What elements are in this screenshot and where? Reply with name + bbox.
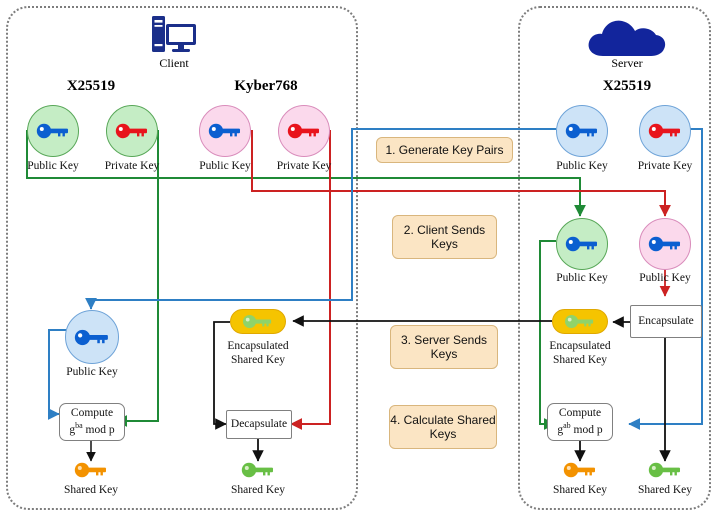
client-label: Client bbox=[159, 56, 189, 70]
client-encapsulated-shared-key-icon bbox=[230, 309, 286, 334]
server-received-kyber-public-key-label: Public Key bbox=[639, 272, 691, 284]
step-3-label: 3. Server Sends Keys bbox=[400, 332, 488, 361]
client-x25519-private-key-icon bbox=[106, 105, 158, 157]
client-x25519-shared-key-label: Shared Key bbox=[64, 484, 118, 496]
client-received-public-key-label: Public Key bbox=[66, 366, 118, 378]
step-2-chip: 2. Client Sends Keys bbox=[392, 215, 497, 259]
client-x25519-private-key-label: Private Key bbox=[104, 160, 160, 172]
client-algorithm-kyber768: Kyber768 bbox=[234, 78, 298, 94]
client-kyber768-shared-key-icon bbox=[241, 462, 275, 483]
server-x25519-shared-key-label: Shared Key bbox=[553, 484, 607, 496]
server-label: Server bbox=[611, 56, 643, 70]
server-x25519-public-key-label: Public Key bbox=[556, 160, 608, 172]
server-compute-line2: gab mod p bbox=[557, 421, 602, 437]
server-kyber768-shared-key-label: Shared Key bbox=[638, 484, 692, 496]
server-algorithm-x25519: X25519 bbox=[602, 78, 652, 94]
client-decapsulate-label: Decapsulate bbox=[230, 417, 288, 430]
client-x25519-shared-key-icon bbox=[74, 462, 108, 483]
client-encapsulated-shared-key-label-1: Encapsulated bbox=[227, 340, 289, 352]
server-x25519-private-key-icon bbox=[639, 105, 691, 157]
step-4-label: 4. Calculate Shared Keys bbox=[390, 412, 496, 441]
client-encapsulated-shared-key-label-2: Shared Key bbox=[231, 354, 285, 366]
desktop-computer-icon bbox=[150, 14, 198, 56]
server-encapsulated-shared-key-label-1: Encapsulated bbox=[549, 340, 611, 352]
step-1-chip: 1. Generate Key Pairs bbox=[376, 137, 513, 163]
step-4-chip: 4. Calculate Shared Keys bbox=[389, 405, 497, 449]
server-compute-box: Compute gab mod p bbox=[547, 403, 613, 441]
server-received-kyber-public-key-icon bbox=[639, 218, 691, 270]
server-received-x25519-public-key-label: Public Key bbox=[556, 272, 608, 284]
client-algorithm-x25519: X25519 bbox=[66, 78, 116, 94]
diagram-canvas: Client Server X25519 Kyber768 X25519 Pub… bbox=[0, 0, 717, 516]
client-compute-exponent: ba bbox=[75, 420, 83, 430]
server-encapsulate-box: Encapsulate bbox=[630, 305, 702, 338]
client-received-public-key-icon bbox=[65, 310, 119, 364]
server-encapsulated-shared-key-label-2: Shared Key bbox=[553, 354, 607, 366]
server-kyber768-shared-key-icon bbox=[648, 462, 682, 483]
step-2-label: 2. Client Sends Keys bbox=[403, 222, 486, 251]
client-kyber768-private-key-label: Private Key bbox=[276, 160, 332, 172]
cloud-icon bbox=[585, 16, 669, 60]
client-decapsulate-box: Decapsulate bbox=[226, 410, 292, 439]
step-3-chip: 3. Server Sends Keys bbox=[390, 325, 498, 369]
client-kyber768-shared-key-label: Shared Key bbox=[231, 484, 285, 496]
client-compute-box: Compute gba mod p bbox=[59, 403, 125, 441]
server-encapsulate-label: Encapsulate bbox=[638, 314, 694, 327]
client-compute-line1: Compute bbox=[70, 407, 114, 420]
server-compute-line1: Compute bbox=[558, 407, 602, 420]
server-x25519-shared-key-icon bbox=[563, 462, 597, 483]
client-kyber768-public-key-icon bbox=[199, 105, 251, 157]
server-received-x25519-public-key-icon bbox=[556, 218, 608, 270]
client-x25519-public-key-icon bbox=[27, 105, 79, 157]
client-compute-line2: gba mod p bbox=[69, 421, 114, 437]
server-x25519-private-key-label: Private Key bbox=[637, 160, 693, 172]
client-compute-tail: mod p bbox=[82, 423, 115, 436]
step-1-label: 1. Generate Key Pairs bbox=[385, 142, 504, 157]
server-compute-exponent: ab bbox=[563, 420, 571, 430]
server-x25519-public-key-icon bbox=[556, 105, 608, 157]
client-kyber768-private-key-icon bbox=[278, 105, 330, 157]
server-encapsulated-shared-key-icon bbox=[552, 309, 608, 334]
server-compute-tail: mod p bbox=[570, 423, 603, 436]
